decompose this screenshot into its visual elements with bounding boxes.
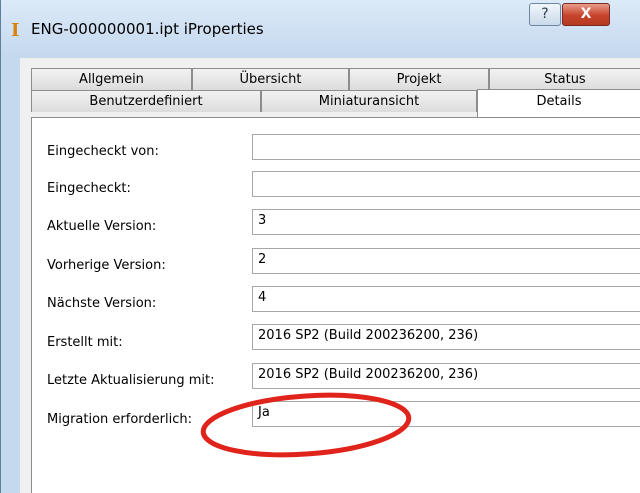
field-label-erstellt-mit: Erstellt mit: — [47, 335, 123, 350]
field-erstellt-mit[interactable]: 2016 SP2 (Build 200236200, 236) — [252, 324, 640, 350]
field-label-vorherige-version: Vorherige Version: — [47, 258, 166, 273]
tab-miniaturansicht[interactable]: Miniaturansicht — [261, 90, 477, 112]
field-naechste-version[interactable]: 4 — [252, 286, 640, 312]
close-button[interactable]: X — [562, 3, 610, 26]
field-eingecheckt-von[interactable] — [252, 134, 640, 160]
field-migration-erforderlich[interactable]: Ja — [252, 401, 640, 427]
tab-allgemein[interactable]: Allgemein — [31, 68, 192, 90]
field-letzte-aktualisierung[interactable]: 2016 SP2 (Build 200236200, 236) — [252, 363, 640, 389]
field-eingecheckt[interactable] — [252, 171, 640, 197]
field-label-migration-erforderlich: Migration erforderlich: — [47, 412, 192, 427]
field-label-aktuelle-version: Aktuelle Version: — [47, 219, 157, 234]
field-label-naechste-version: Nächste Version: — [47, 296, 157, 311]
field-aktuelle-version[interactable]: 3 — [252, 209, 640, 235]
help-button[interactable]: ? — [529, 3, 561, 26]
inventor-part-icon: I — [11, 20, 20, 41]
window-title: ENG-000000001.ipt iProperties — [31, 20, 264, 38]
tab-uebersicht[interactable]: Übersicht — [192, 68, 349, 90]
screenshot-canvas: I ENG-000000001.ipt iProperties ? X Allg… — [0, 0, 640, 493]
iproperties-dialog: I ENG-000000001.ipt iProperties ? X Allg… — [0, 0, 640, 493]
dialog-body: Allgemein Übersicht Projekt Status Benut… — [20, 58, 640, 493]
details-panel: Eingecheckt von: Eingecheckt: Aktuelle V… — [31, 117, 640, 493]
field-label-letzte-aktualisierung: Letzte Aktualisierung mit: — [47, 373, 215, 388]
tab-status[interactable]: Status — [489, 68, 640, 90]
tab-details[interactable]: Details — [477, 89, 640, 117]
title-bar[interactable]: I ENG-000000001.ipt iProperties ? X — [1, 0, 640, 58]
tab-projekt[interactable]: Projekt — [349, 68, 489, 90]
field-label-eingecheckt: Eingecheckt: — [47, 181, 131, 196]
field-label-eingecheckt-von: Eingecheckt von: — [47, 144, 159, 159]
tab-benutzerdefiniert[interactable]: Benutzerdefiniert — [31, 90, 261, 112]
field-vorherige-version[interactable]: 2 — [252, 248, 640, 274]
